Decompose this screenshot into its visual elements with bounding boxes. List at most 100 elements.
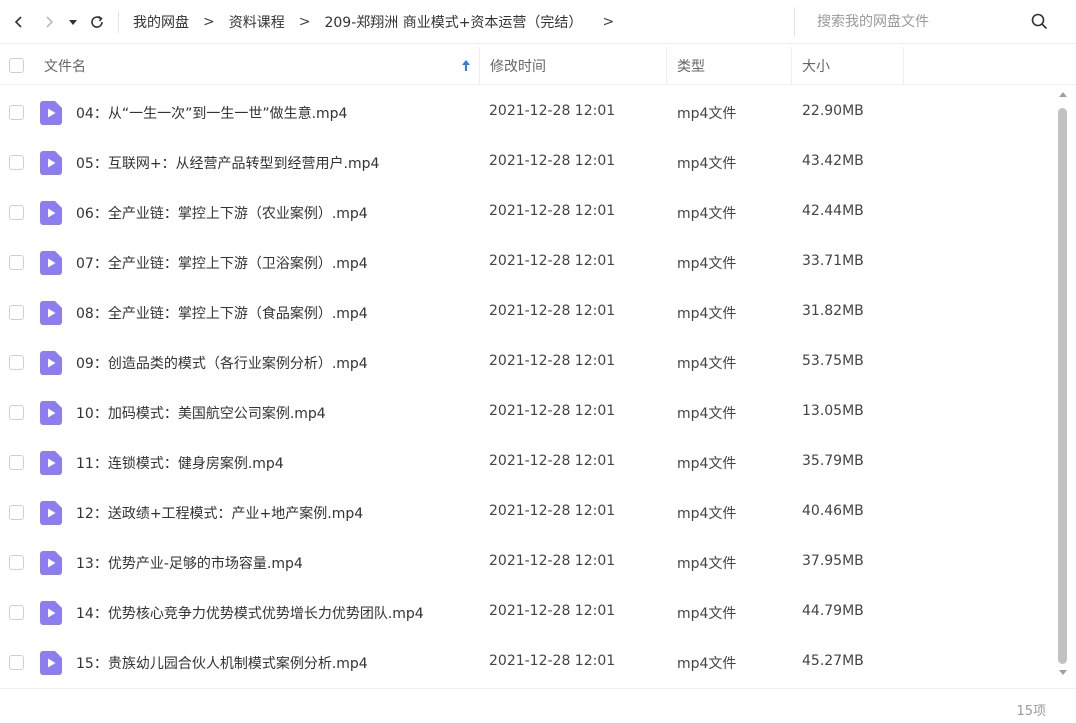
history-dropdown-button[interactable] (64, 7, 82, 37)
file-modified-date: 2021-12-28 12:01 (489, 153, 616, 169)
row-checkbox[interactable] (9, 105, 24, 120)
file-name[interactable]: 06：全产业链：掌控上下游（农业案例）.mp4 (76, 203, 368, 223)
file-type: mp4文件 (677, 306, 737, 322)
column-header-size[interactable]: 大小 (792, 46, 904, 85)
refresh-button[interactable] (82, 7, 112, 37)
file-row[interactable]: 12：送政绩+工程模式：产业+地产案例.mp4 2021-12-28 12:01 m… (0, 488, 1056, 538)
file-name[interactable]: 14：优势核心竞争力优势模式优势增长力优势团队.mp4 (76, 603, 424, 623)
file-type: mp4文件 (677, 606, 737, 622)
refresh-icon (91, 15, 103, 28)
file-name[interactable]: 12：送政绩+工程模式：产业+地产案例.mp4 (76, 503, 363, 523)
file-size: 35.79MB (802, 453, 864, 469)
file-name[interactable]: 13：优势产业-足够的市场容量.mp4 (76, 553, 303, 573)
file-name[interactable]: 08：全产业链：掌控上下游（食品案例）.mp4 (76, 303, 368, 323)
column-header-date[interactable]: 修改时间 (480, 46, 667, 85)
file-type: mp4文件 (677, 106, 737, 122)
file-modified-date: 2021-12-28 12:01 (489, 503, 616, 519)
file-row[interactable]: 11：连锁模式：健身房案例.mp4 2021-12-28 12:01 mp4文件 35… (0, 438, 1056, 488)
status-bar: 15项 (0, 688, 1076, 723)
file-type: mp4文件 (677, 206, 737, 222)
file-modified-date: 2021-12-28 12:01 (489, 603, 616, 619)
row-checkbox[interactable] (9, 555, 24, 570)
file-name[interactable]: 15：贵族幼儿园合伙人机制模式案例分析.mp4 (76, 653, 368, 673)
row-checkbox[interactable] (9, 205, 24, 220)
video-file-icon (40, 451, 62, 475)
video-file-icon (40, 101, 62, 125)
file-modified-date: 2021-12-28 12:01 (489, 353, 616, 369)
file-row[interactable]: 05：互联网+：从经营产品转型到经营用户.mp4 2021-12-28 12:01… (0, 138, 1056, 188)
file-type: mp4文件 (677, 156, 737, 172)
file-row[interactable]: 14：优势核心竞争力优势模式优势增长力优势团队.mp4 2021-12-28 12… (0, 588, 1056, 638)
video-file-icon (40, 551, 62, 575)
forward-button[interactable] (34, 7, 64, 37)
column-header-type-label: 类型 (677, 58, 705, 75)
file-name[interactable]: 05：互联网+：从经营产品转型到经营用户.mp4 (76, 153, 379, 173)
row-checkbox[interactable] (9, 605, 24, 620)
file-modified-date: 2021-12-28 12:01 (489, 103, 616, 119)
file-row[interactable]: 15：贵族幼儿园合伙人机制模式案例分析.mp4 2021-12-28 12:01 m… (0, 638, 1056, 688)
row-checkbox[interactable] (9, 355, 24, 370)
file-modified-date: 2021-12-28 12:01 (489, 203, 616, 219)
file-size: 37.95MB (802, 553, 864, 569)
file-row[interactable]: 10：加码模式：美国航空公司案例.mp4 2021-12-28 12:01 mp4文… (0, 388, 1056, 438)
file-row[interactable]: 09：创造品类的模式（各行业案例分析）.mp4 2021-12-28 12:01 m… (0, 338, 1056, 388)
file-size: 53.75MB (802, 353, 864, 369)
file-row[interactable]: 13：优势产业-足够的市场容量.mp4 2021-12-28 12:01 mp4文件… (0, 538, 1056, 588)
file-row[interactable]: 06：全产业链：掌控上下游（农业案例）.mp4 2021-12-28 12:01 m… (0, 188, 1056, 238)
row-checkbox[interactable] (9, 655, 24, 670)
search-button[interactable] (1031, 13, 1048, 34)
row-checkbox[interactable] (9, 505, 24, 520)
file-type: mp4文件 (677, 356, 737, 372)
breadcrumb: 我的网盘 > 资料课程 > 209-郑翔洲 商业模式+资本运营（完结） > (118, 10, 628, 33)
scroll-up-arrow-icon[interactable] (1059, 91, 1067, 97)
row-checkbox[interactable] (9, 455, 24, 470)
file-size: 33.71MB (802, 253, 864, 269)
video-file-icon (40, 501, 62, 525)
file-type: mp4文件 (677, 406, 737, 422)
breadcrumb-more-button[interactable]: > (602, 14, 614, 30)
file-name[interactable]: 09：创造品类的模式（各行业案例分析）.mp4 (76, 353, 368, 373)
search-box (794, 7, 1064, 37)
video-file-icon (40, 151, 62, 175)
file-type: mp4文件 (677, 656, 737, 672)
row-checkbox[interactable] (9, 155, 24, 170)
file-size: 42.44MB (802, 203, 864, 219)
column-header-name[interactable]: 文件名 (0, 46, 480, 85)
search-input[interactable] (817, 14, 1027, 30)
vertical-scrollbar[interactable] (1056, 88, 1070, 678)
caret-down-icon (69, 19, 77, 25)
file-name[interactable]: 04：从“一生一次”到一生一世”做生意.mp4 (76, 103, 347, 123)
file-size: 44.79MB (802, 603, 864, 619)
scroll-down-arrow-icon[interactable] (1059, 670, 1067, 676)
row-checkbox[interactable] (9, 305, 24, 320)
breadcrumb-item-current[interactable]: 209-郑翔洲 商业模式+资本运营（完结） (324, 12, 582, 32)
breadcrumb-item-root[interactable]: 我的网盘 (133, 12, 189, 32)
back-button[interactable] (4, 7, 34, 37)
file-modified-date: 2021-12-28 12:01 (489, 403, 616, 419)
file-row[interactable]: 08：全产业链：掌控上下游（食品案例）.mp4 2021-12-28 12:01 m… (0, 288, 1056, 338)
column-header-name-label: 文件名 (44, 58, 86, 75)
breadcrumb-item-courses[interactable]: 资料课程 (229, 12, 285, 32)
file-name[interactable]: 11：连锁模式：健身房案例.mp4 (76, 453, 284, 473)
file-type: mp4文件 (677, 456, 737, 472)
file-type: mp4文件 (677, 506, 737, 522)
file-type: mp4文件 (677, 556, 737, 572)
column-header-type[interactable]: 类型 (667, 46, 792, 85)
file-modified-date: 2021-12-28 12:01 (489, 303, 616, 319)
file-size: 45.27MB (802, 653, 864, 669)
video-file-icon (40, 401, 62, 425)
file-name[interactable]: 07：全产业链：掌控上下游（卫浴案例）.mp4 (76, 253, 368, 273)
file-row[interactable]: 04：从“一生一次”到一生一世”做生意.mp4 2021-12-28 12:01 m… (0, 88, 1056, 138)
file-row[interactable]: 07：全产业链：掌控上下游（卫浴案例）.mp4 2021-12-28 12:01 m… (0, 238, 1056, 288)
row-checkbox[interactable] (9, 405, 24, 420)
video-file-icon (40, 301, 62, 325)
file-name[interactable]: 10：加码模式：美国航空公司案例.mp4 (76, 403, 326, 423)
row-checkbox[interactable] (9, 255, 24, 270)
scrollbar-thumb[interactable] (1058, 108, 1067, 664)
column-header-size-label: 大小 (802, 58, 830, 75)
chevron-right-icon (46, 15, 54, 28)
breadcrumb-separator: > (203, 13, 215, 30)
file-modified-date: 2021-12-28 12:01 (489, 453, 616, 469)
toolbar: 我的网盘 > 资料课程 > 209-郑翔洲 商业模式+资本运营（完结） > (0, 0, 1076, 44)
sort-ascending-icon (462, 59, 470, 71)
